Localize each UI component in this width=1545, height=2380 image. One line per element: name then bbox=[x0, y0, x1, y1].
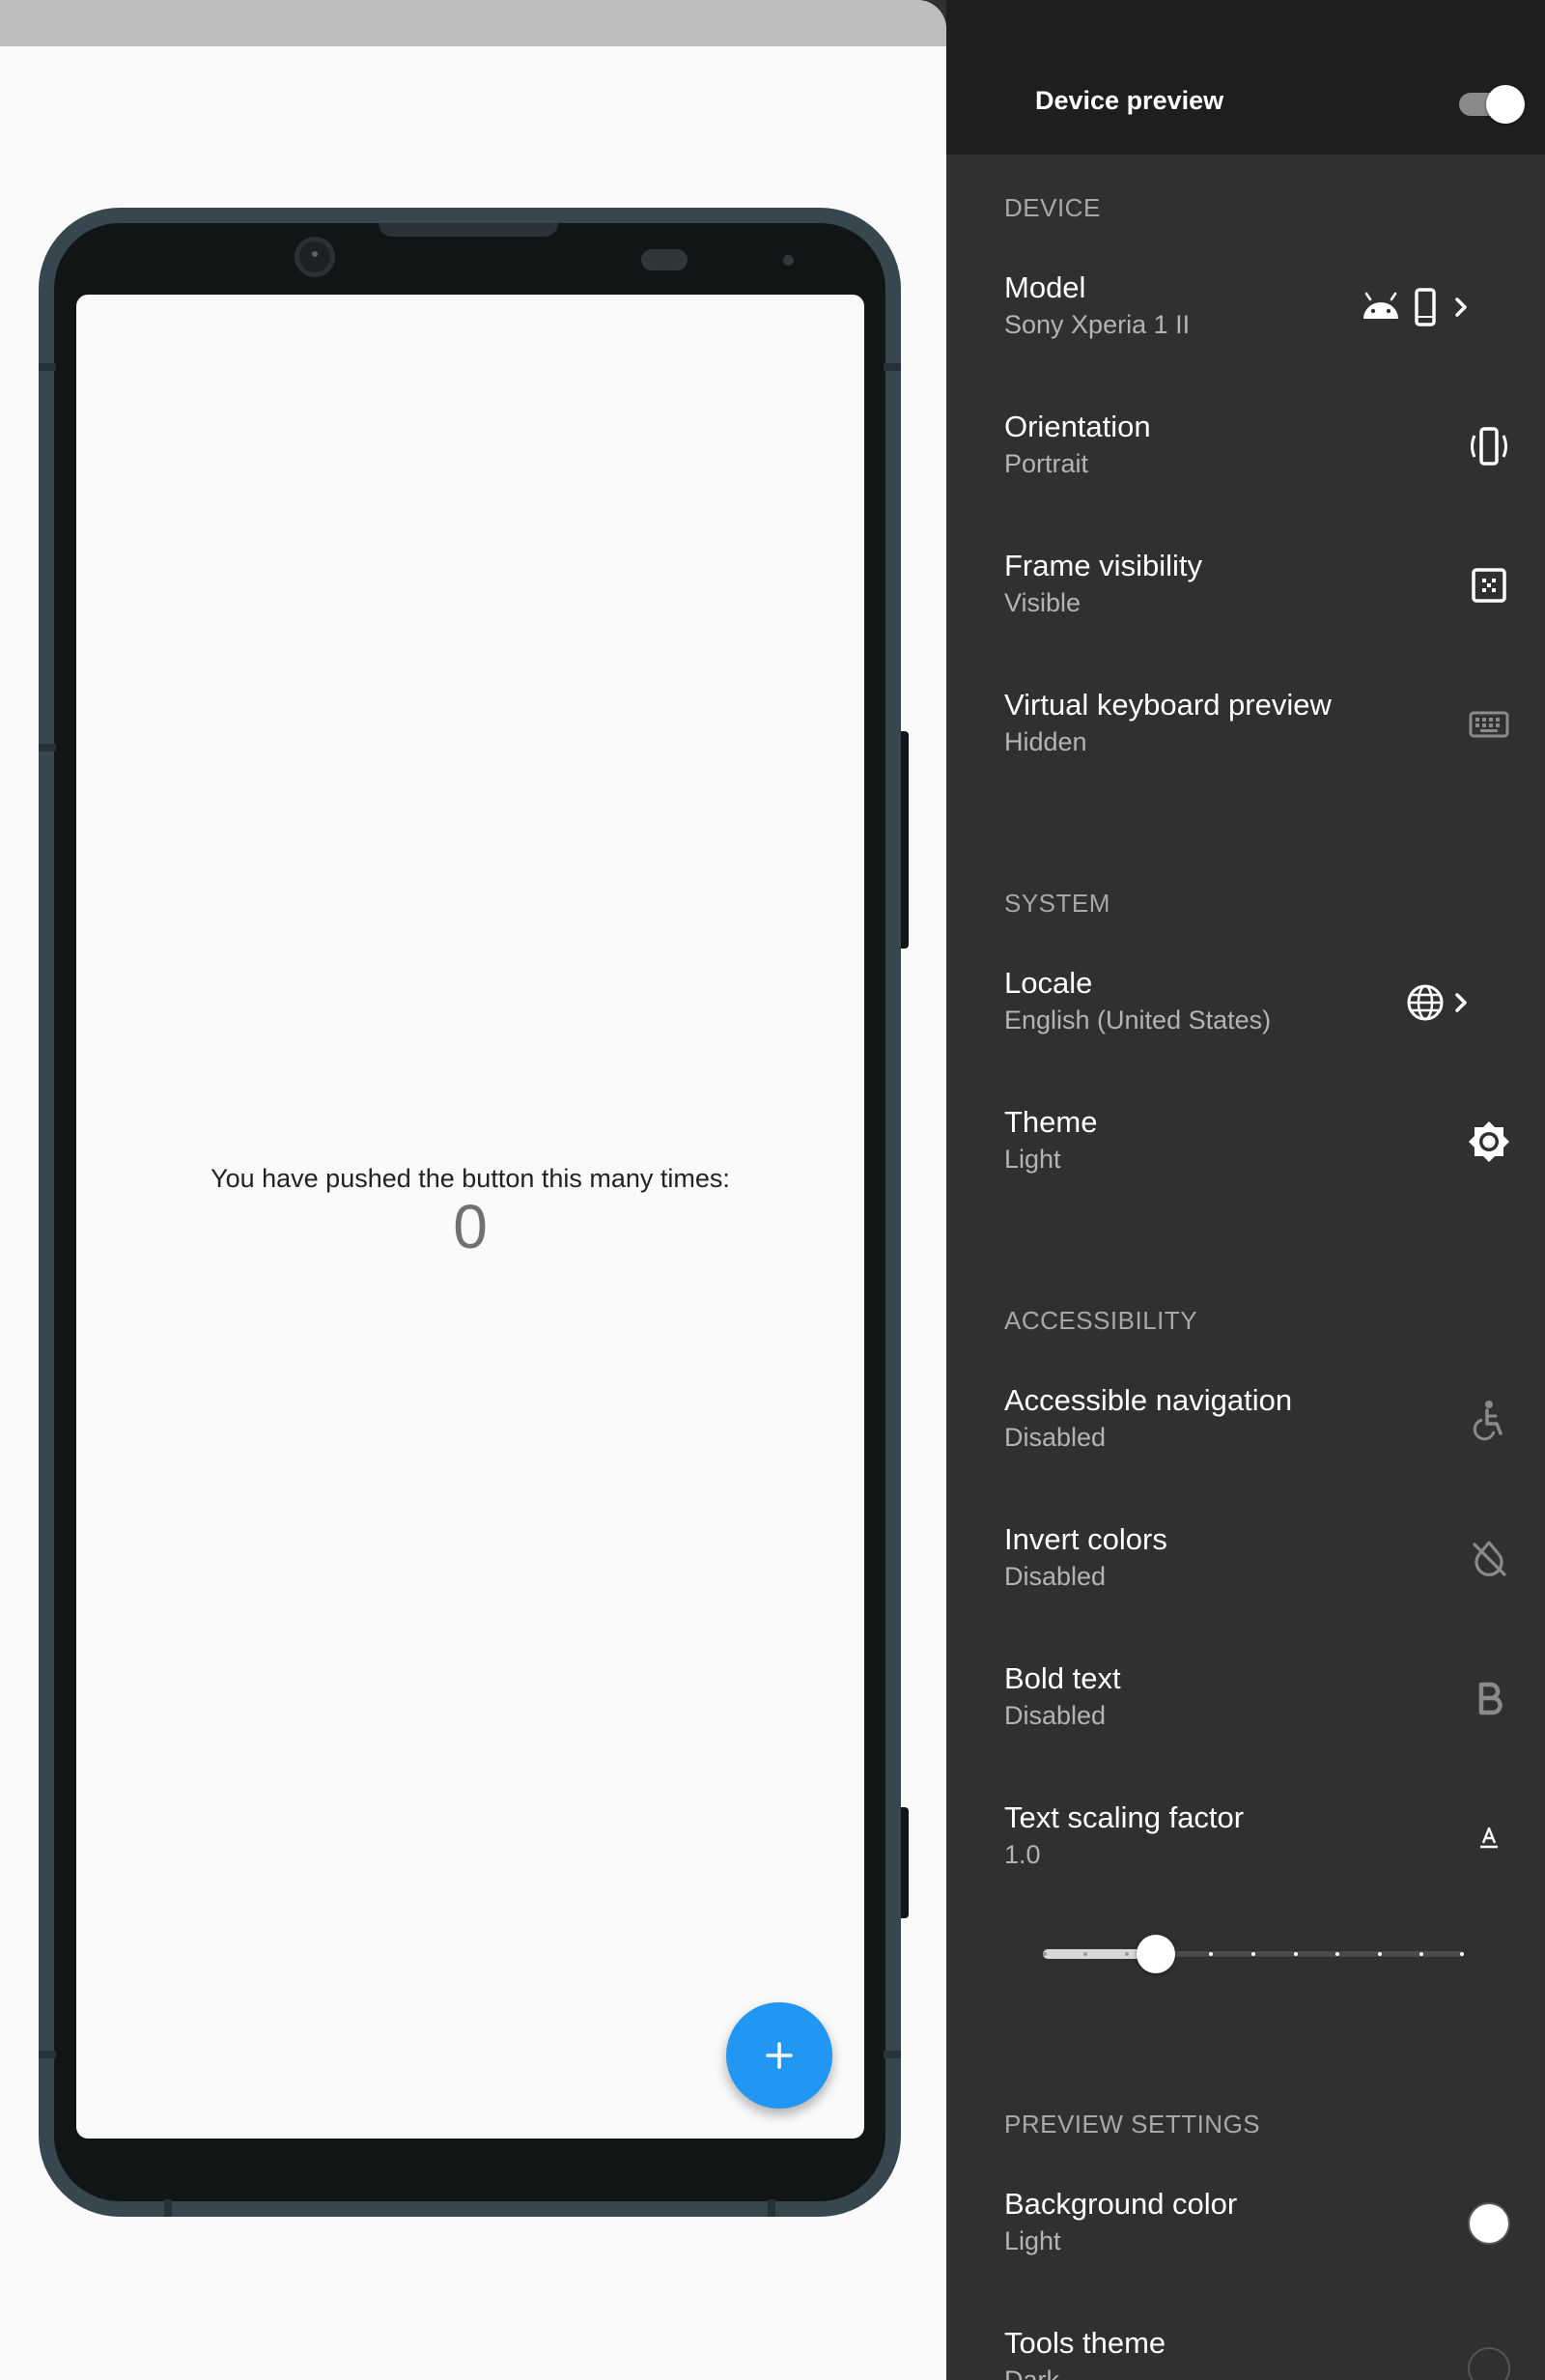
setting-row-model[interactable]: Model Sony Xperia 1 II bbox=[946, 240, 1545, 379]
setting-value: 1.0 bbox=[1004, 1840, 1041, 1869]
section-title-accessibility: ACCESSIBILITY bbox=[1004, 1306, 1198, 1335]
brightness-icon bbox=[1466, 1119, 1512, 1165]
slider-thumb[interactable] bbox=[1137, 1935, 1175, 1973]
device-preview-toggle[interactable] bbox=[1455, 85, 1525, 124]
slider-tick bbox=[1378, 1952, 1382, 1956]
setting-title: Bold text bbox=[1004, 1661, 1121, 1695]
slider-tick bbox=[1251, 1952, 1255, 1956]
setting-row-locale[interactable]: Locale English (United States) bbox=[946, 935, 1545, 1074]
settings-panel: Device preview DEVICE Model Sony Xperia … bbox=[946, 0, 1545, 2380]
section-title-system: SYSTEM bbox=[1004, 889, 1110, 918]
color-circle-icon bbox=[1466, 2345, 1512, 2380]
setting-row-orientation[interactable]: Orientation Portrait bbox=[946, 379, 1545, 518]
setting-value: Sony Xperia 1 II bbox=[1004, 310, 1191, 339]
setting-row-accessible-navigation[interactable]: Accessible navigation Disabled bbox=[946, 1352, 1545, 1491]
setting-title: Text scaling factor bbox=[1004, 1800, 1245, 1834]
setting-row-tools-theme[interactable]: Tools theme Dark bbox=[946, 2295, 1545, 2380]
front-camera-icon bbox=[295, 237, 335, 277]
phone-side-button bbox=[901, 1807, 909, 1918]
panel-title: Device preview bbox=[1035, 86, 1224, 115]
bold-icon bbox=[1466, 1675, 1512, 1721]
setting-title: Frame visibility bbox=[1004, 549, 1202, 582]
slider-tick bbox=[1419, 1952, 1423, 1956]
setting-value: Visible bbox=[1004, 588, 1082, 617]
setting-row-frame-visibility[interactable]: Frame visibility Visible bbox=[946, 518, 1545, 657]
phone-screen: You have pushed the button this many tim… bbox=[76, 295, 864, 2139]
slider-tick bbox=[1335, 1952, 1339, 1956]
smartphone-icon bbox=[1402, 284, 1448, 330]
device-preview-area: You have pushed the button this many tim… bbox=[0, 0, 946, 2380]
setting-title: Model bbox=[1004, 270, 1086, 304]
panel-header: Device preview bbox=[946, 46, 1545, 155]
frame-icon bbox=[1466, 562, 1512, 609]
setting-value: Hidden bbox=[1004, 727, 1087, 756]
setting-value: Disabled bbox=[1004, 1562, 1107, 1591]
section-title-preview-settings: PREVIEW SETTINGS bbox=[1004, 2110, 1261, 2139]
setting-title: Tools theme bbox=[1004, 2326, 1166, 2360]
android-icon bbox=[1358, 284, 1404, 330]
chevron-right-icon bbox=[1448, 284, 1475, 330]
setting-value: English (United States) bbox=[1004, 1006, 1272, 1034]
add-icon bbox=[766, 2042, 793, 2069]
text-format-icon bbox=[1466, 1814, 1512, 1860]
setting-value: Light bbox=[1004, 1145, 1061, 1174]
frame-seam bbox=[884, 2051, 901, 2058]
screen-rotation-icon bbox=[1466, 423, 1512, 469]
slider-tick bbox=[1083, 1952, 1087, 1956]
slider-tick bbox=[1294, 1952, 1298, 1956]
slider-tick bbox=[1043, 1952, 1047, 1956]
setting-title: Theme bbox=[1004, 1105, 1098, 1139]
setting-title: Orientation bbox=[1004, 410, 1151, 443]
counter-value: 0 bbox=[453, 1192, 488, 1261]
slider-tick bbox=[1209, 1952, 1213, 1956]
setting-title: Locale bbox=[1004, 966, 1093, 1000]
counter-label: You have pushed the button this many tim… bbox=[211, 1164, 730, 1193]
setting-title: Invert colors bbox=[1004, 1522, 1167, 1556]
setting-value: Disabled bbox=[1004, 1701, 1107, 1730]
setting-title: Background color bbox=[1004, 2187, 1238, 2221]
text-scale-slider[interactable] bbox=[1043, 1930, 1464, 1978]
setting-value: Disabled bbox=[1004, 1423, 1107, 1452]
frame-seam bbox=[768, 2199, 775, 2217]
setting-title: Accessible navigation bbox=[1004, 1383, 1293, 1417]
setting-row-bold-text[interactable]: Bold text Disabled bbox=[946, 1630, 1545, 1770]
color-circle-icon bbox=[1466, 2200, 1512, 2247]
frame-seam bbox=[884, 363, 901, 371]
frame-seam bbox=[39, 744, 56, 751]
phone-speaker bbox=[641, 249, 688, 270]
setting-row-invert-colors[interactable]: Invert colors Disabled bbox=[946, 1491, 1545, 1630]
frame-seam bbox=[39, 363, 56, 371]
keyboard-icon bbox=[1466, 701, 1512, 748]
setting-value: Light bbox=[1004, 2226, 1061, 2255]
slider-tick bbox=[1460, 1952, 1464, 1956]
preview-top-bar bbox=[0, 0, 946, 46]
increment-fab-button[interactable] bbox=[726, 2002, 832, 2109]
phone-notch bbox=[379, 223, 558, 237]
setting-row-theme[interactable]: Theme Light bbox=[946, 1074, 1545, 1213]
frame-seam bbox=[39, 2051, 56, 2058]
setting-row-text-scaling: Text scaling factor 1.0 bbox=[946, 1770, 1545, 1909]
slider-tick bbox=[1125, 1952, 1129, 1956]
phone-sensor bbox=[783, 255, 794, 266]
accessible-icon bbox=[1466, 1397, 1512, 1443]
section-title-device: DEVICE bbox=[1004, 193, 1101, 222]
globe-icon bbox=[1402, 979, 1448, 1026]
setting-title: Virtual keyboard preview bbox=[1004, 688, 1332, 722]
setting-value: Dark bbox=[1004, 2366, 1060, 2380]
frame-seam bbox=[164, 2199, 172, 2217]
panel-top-strip bbox=[946, 0, 1545, 46]
setting-row-virtual-keyboard[interactable]: Virtual keyboard preview Hidden bbox=[946, 657, 1545, 796]
toggle-thumb bbox=[1486, 85, 1525, 124]
phone-side-button bbox=[901, 731, 909, 949]
chevron-right-icon bbox=[1448, 979, 1475, 1026]
invert-colors-off-icon bbox=[1466, 1536, 1512, 1582]
setting-row-background-color[interactable]: Background color Light bbox=[946, 2156, 1545, 2295]
setting-value: Portrait bbox=[1004, 449, 1089, 478]
